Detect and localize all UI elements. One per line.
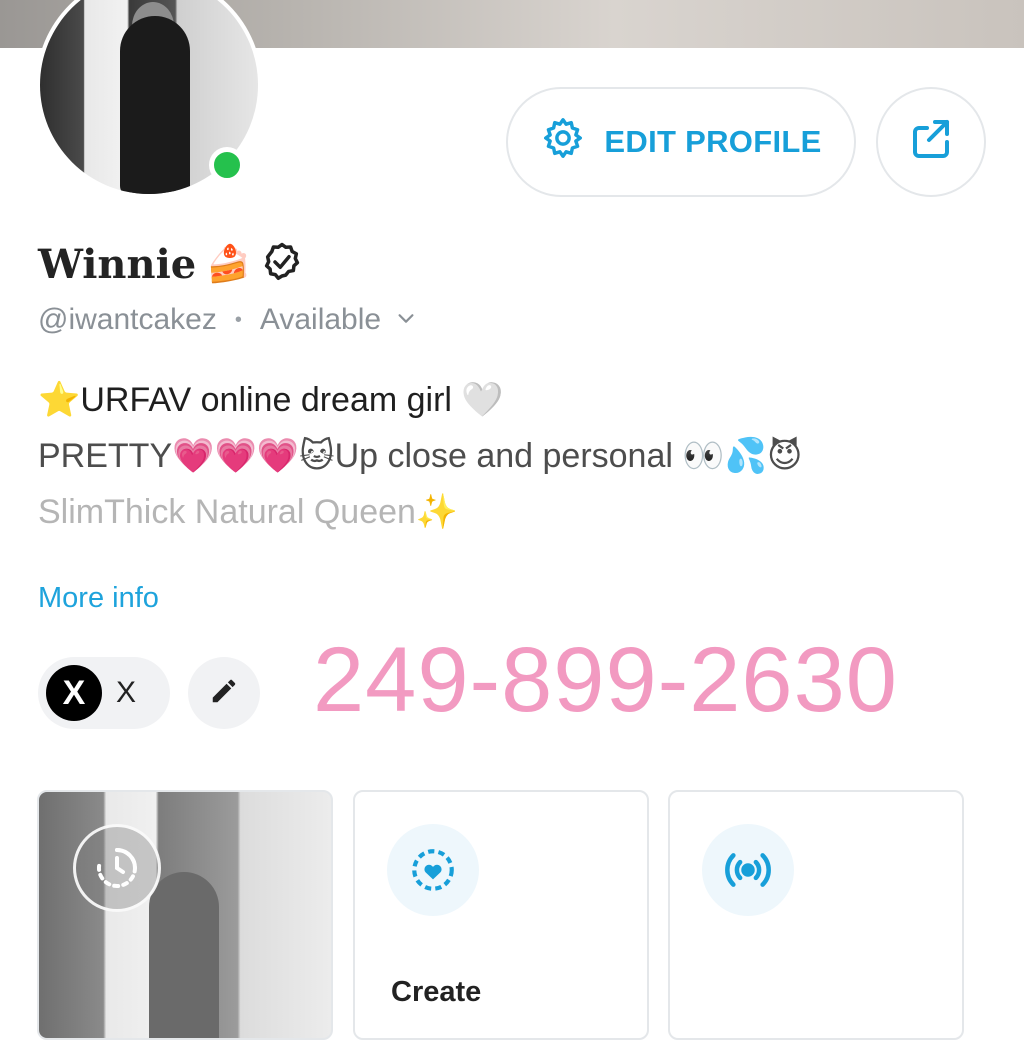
verified-badge-icon <box>261 241 303 288</box>
availability-status-dropdown[interactable]: Available <box>260 303 417 337</box>
create-highlight-card[interactable]: Create <box>353 790 649 1040</box>
eyes-droplets-devil-emoji: 👀💦😈 <box>682 436 803 476</box>
availability-status-label: Available <box>259 303 382 336</box>
x-logo-icon: X <box>46 665 102 721</box>
bio-line-2: PRETTY💗💗💗🐱Up close and personal 👀💦😈 <box>38 428 988 484</box>
gear-icon <box>540 115 586 169</box>
cat-emoji: 🐱 <box>299 436 335 476</box>
bio-line-1-text: URFAV online dream girl <box>80 381 462 419</box>
white-heart-emoji: 🤍 <box>461 380 504 420</box>
edit-profile-button[interactable]: EDIT PROFILE <box>506 87 856 197</box>
profile-name-row: Winnie 🍰 <box>38 236 303 292</box>
bio-line-1: ⭐URFAV online dream girl 🤍 <box>38 372 988 428</box>
separator-dot: • <box>234 308 242 331</box>
more-info-link[interactable]: More info <box>38 582 159 615</box>
profile-name: Winnie <box>38 240 197 288</box>
bio-line-3-text: SlimThick Natural Queen <box>38 493 416 531</box>
story-figure <box>149 872 219 1038</box>
profile-bio: ⭐URFAV online dream girl 🤍 PRETTY💗💗💗🐱Up … <box>38 372 988 562</box>
online-status-indicator <box>209 147 245 183</box>
phone-number-overlay: 249-899-2630 <box>313 629 898 731</box>
broadcast-icon <box>702 824 794 916</box>
bio-line-4-faded <box>38 540 988 562</box>
star-emoji: ⭐ <box>38 380 81 420</box>
edit-links-button[interactable] <box>188 657 260 729</box>
x-social-label: X <box>116 676 137 709</box>
profile-handle: @iwantcakez <box>38 303 217 336</box>
x-social-link[interactable]: X X <box>38 657 170 729</box>
clock-icon <box>73 824 161 912</box>
chevron-down-icon <box>395 303 417 337</box>
share-button[interactable] <box>876 87 986 197</box>
handle-row: @iwantcakez • Available <box>38 300 417 340</box>
sparkles-emoji: ✨ <box>415 492 459 532</box>
pencil-icon <box>209 676 239 711</box>
bio-line-2-more: Up close and personal <box>334 437 683 475</box>
pink-hearts-emoji: 💗💗💗 <box>172 436 300 476</box>
go-live-card[interactable] <box>668 790 964 1040</box>
avatar-figure-body <box>120 16 190 194</box>
create-highlight-title: Create <box>391 976 482 1008</box>
share-icon <box>907 116 955 169</box>
bio-line-3: SlimThick Natural Queen✨ <box>38 484 988 540</box>
edit-profile-label: EDIT PROFILE <box>604 124 822 159</box>
bio-line-2-text: PRETTY <box>38 437 173 475</box>
story-card[interactable] <box>37 790 333 1040</box>
cake-emoji: 🍰 <box>206 244 252 285</box>
heart-ring-icon <box>387 824 479 916</box>
